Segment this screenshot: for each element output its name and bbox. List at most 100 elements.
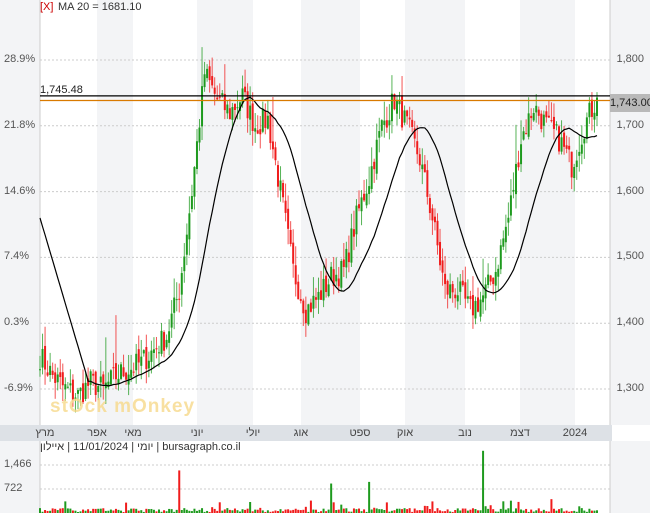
volume-bar — [241, 509, 244, 513]
volume-bar — [135, 508, 138, 513]
candle-body — [408, 117, 411, 120]
candle-body — [461, 280, 464, 286]
candle-body — [585, 117, 588, 139]
volume-bar — [332, 502, 335, 513]
hline-label: 1,745.48 — [40, 84, 83, 96]
candle-body — [206, 68, 209, 79]
candle-body — [558, 126, 561, 152]
candle-body — [449, 284, 452, 299]
volume-bar — [426, 506, 429, 513]
candle-body — [302, 300, 305, 314]
close-indicator-button[interactable]: [X] — [40, 1, 53, 13]
candle-body — [44, 345, 47, 370]
volume-bar — [484, 506, 487, 513]
volume-bar — [507, 508, 510, 513]
volume-bar — [109, 509, 112, 513]
volume-bar — [201, 508, 204, 513]
candle-body — [530, 115, 533, 119]
month-tick-label: יולי — [245, 427, 261, 439]
volume-bar — [213, 508, 216, 513]
volume-bar — [132, 508, 135, 513]
volume-bar — [259, 507, 262, 513]
volume-bar — [436, 508, 439, 513]
candle-body — [441, 260, 444, 273]
candle-body — [489, 275, 492, 282]
volume-bar — [461, 508, 464, 513]
price-tick-label: 1,800 — [616, 53, 644, 65]
volume-bar — [254, 509, 257, 513]
candle-body — [54, 372, 57, 383]
candle-body — [580, 144, 583, 154]
volume-bar — [578, 506, 581, 513]
volume-bar — [487, 508, 490, 513]
volume-bar — [558, 509, 561, 513]
candle-body — [137, 349, 140, 363]
candle-body — [140, 356, 143, 366]
vol-axis-bg-right — [610, 441, 650, 513]
volume-bar — [178, 470, 181, 513]
volume-bar — [580, 508, 583, 513]
candle-body — [221, 93, 224, 95]
candle-body — [573, 166, 576, 179]
candle-body — [388, 120, 391, 126]
volume-bar — [492, 509, 495, 513]
volume-bar — [59, 508, 62, 513]
candle-body — [165, 339, 168, 348]
candle-body — [168, 331, 171, 343]
candle-body — [426, 170, 429, 197]
candle-body — [155, 348, 158, 350]
candle-body — [284, 200, 287, 213]
volume-bar — [550, 499, 553, 513]
candle-body — [282, 183, 285, 198]
price-tick-label: 1,500 — [616, 250, 644, 263]
volume-bar — [233, 508, 236, 513]
candle-body — [218, 96, 221, 98]
candle-body — [297, 281, 300, 300]
candle-body — [226, 104, 229, 114]
candle-body — [325, 275, 328, 293]
candle-body — [550, 120, 553, 122]
candle-body — [512, 189, 515, 192]
candle-body — [390, 93, 393, 122]
volume-bar — [502, 501, 505, 513]
candle-body — [92, 373, 95, 376]
volume-bar — [226, 508, 229, 513]
volume-bar — [525, 508, 528, 513]
candle-body — [160, 330, 163, 354]
volume-bar — [246, 508, 249, 513]
volume-bar — [446, 509, 449, 513]
volume-bar — [342, 508, 345, 513]
candle-body — [64, 384, 67, 390]
candle-body — [201, 86, 204, 127]
volume-bar — [145, 508, 148, 513]
candle-body — [492, 277, 495, 285]
candle-body — [289, 229, 292, 245]
candle-body — [499, 245, 502, 270]
candle-body — [406, 110, 409, 117]
candle-body — [380, 120, 383, 131]
candle-body — [378, 131, 381, 138]
percent-tick-label: 14.6% — [4, 184, 36, 197]
volume-bar — [54, 508, 57, 513]
candle-body — [583, 138, 586, 144]
candle-body — [423, 164, 426, 173]
candle-body — [157, 352, 160, 354]
candle-body — [264, 110, 267, 128]
month-band — [301, 0, 360, 425]
candle-body — [125, 372, 128, 380]
candle-body — [428, 198, 431, 214]
volume-bar — [223, 509, 226, 513]
candle-body — [102, 374, 105, 385]
candle-body — [525, 133, 528, 135]
candle-body — [312, 295, 315, 309]
candle-body — [147, 360, 150, 369]
volume-bar — [517, 501, 520, 513]
candle-body — [49, 365, 52, 376]
candle-body — [352, 229, 355, 237]
candle-body — [335, 274, 338, 282]
candle-body — [555, 124, 558, 126]
candle-body — [152, 349, 155, 353]
volume-bar — [170, 509, 173, 513]
month-tick-label: יוני — [190, 427, 204, 439]
candle-body — [418, 154, 421, 166]
